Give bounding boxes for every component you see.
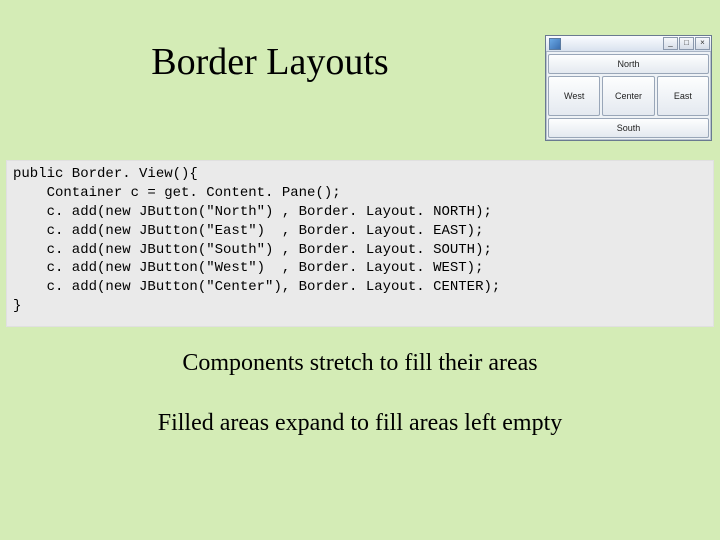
app-icon: [549, 38, 561, 50]
close-button[interactable]: ×: [695, 37, 710, 50]
south-button[interactable]: South: [548, 118, 709, 138]
north-button[interactable]: North: [548, 54, 709, 74]
maximize-button[interactable]: □: [679, 37, 694, 50]
border-layout-grid: North West Center East South: [546, 52, 711, 140]
body-line-2: Filled areas expand to fill areas left e…: [0, 410, 720, 437]
body-line-1: Components stretch to fill their areas: [0, 350, 720, 377]
demo-window: _ □ × North West Center East South: [545, 35, 712, 141]
demo-window-titlebar: _ □ ×: [546, 36, 711, 52]
slide-title: Border Layouts: [0, 40, 540, 84]
minimize-button[interactable]: _: [663, 37, 678, 50]
titlebar-left: [547, 38, 561, 50]
window-controls: _ □ ×: [663, 37, 710, 50]
slide: Border Layouts _ □ × North West Center E…: [0, 0, 720, 540]
code-block: public Border. View(){ Container c = get…: [6, 160, 714, 327]
center-button[interactable]: Center: [602, 76, 654, 116]
west-button[interactable]: West: [548, 76, 600, 116]
east-button[interactable]: East: [657, 76, 709, 116]
